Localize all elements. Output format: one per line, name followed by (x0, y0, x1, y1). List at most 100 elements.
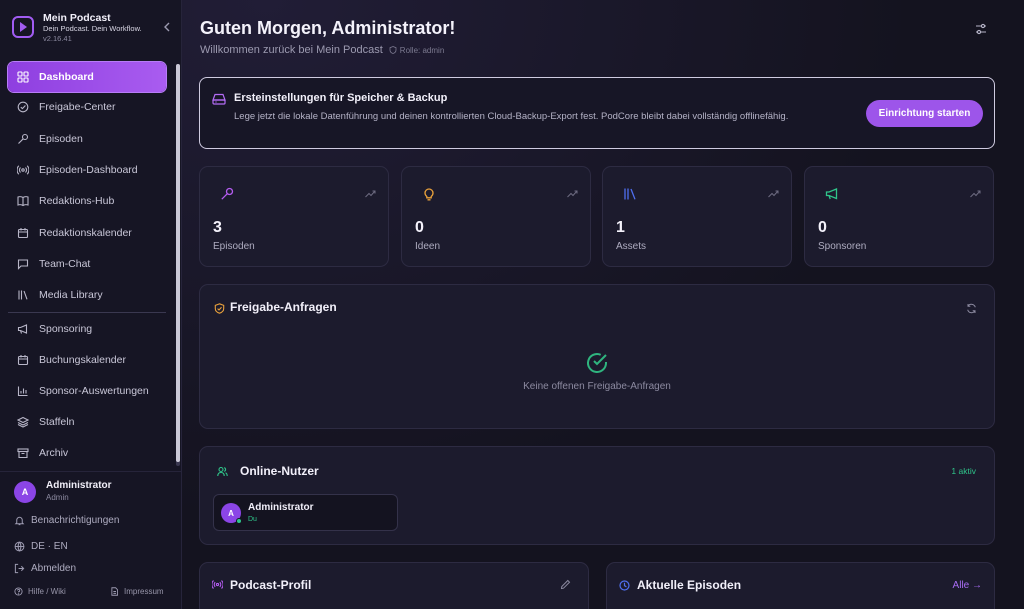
user-role: Admin (46, 493, 69, 502)
bell-icon (14, 516, 25, 526)
avatar: A (14, 481, 36, 503)
help-link[interactable]: Hilfe / Wiki (14, 587, 66, 596)
sidebar-item-archiv[interactable]: Archiv (8, 438, 166, 468)
shield-icon (214, 303, 225, 314)
sidebar-item-label: Sponsoring (39, 323, 93, 335)
help-label: Hilfe / Wiki (28, 587, 66, 596)
stat-card-sponsoren[interactable]: 0 Sponsoren (804, 166, 994, 267)
sidebar-item-redaktionskalender[interactable]: Redaktionskalender (8, 218, 166, 248)
notifications-label: Benachrichtigungen (31, 515, 120, 526)
lightbulb-icon (424, 188, 434, 201)
sidebar-item-episoden[interactable]: Episoden (8, 124, 166, 154)
brand[interactable]: Mein Podcast Dein Podcast. Dein Workflow… (12, 10, 176, 50)
setup-description: Lege jetzt die lokale Datenführung und d… (234, 111, 789, 122)
edit-icon[interactable] (560, 579, 571, 590)
clock-icon (619, 580, 630, 591)
language-label: DE · EN (31, 541, 68, 552)
stat-card-episoden[interactable]: 3 Episoden (199, 166, 389, 267)
stat-label: Sponsoren (818, 241, 867, 252)
online-users-panel: Online-Nutzer 1 aktiv A Administrator Du (199, 446, 995, 545)
start-setup-button[interactable]: Einrichtung starten (866, 100, 983, 127)
imprint-link[interactable]: Impressum (110, 587, 164, 596)
sidebar-item-team-chat[interactable]: Team-Chat (8, 249, 166, 279)
role-badge: Rolle: admin (389, 46, 444, 55)
sidebar-item-redaktions-hub[interactable]: Redaktions-Hub (8, 186, 166, 216)
stat-label: Ideen (415, 241, 441, 252)
app-version: v2.16.41 (43, 34, 72, 43)
main-content: Guten Morgen, Administrator! Willkommen … (182, 0, 1024, 609)
users-icon (217, 466, 228, 477)
grid-icon (17, 71, 29, 83)
chevron-left-icon[interactable] (160, 20, 174, 34)
sidebar-item-episoden-dashboard[interactable]: Episoden-Dashboard (8, 155, 166, 185)
podcast-logo-icon (12, 16, 34, 38)
logout-icon (14, 563, 25, 574)
notifications-link[interactable]: Benachrichtigungen (14, 515, 119, 526)
globe-icon (14, 541, 25, 552)
sidebar-item-label: Freigabe-Center (39, 101, 116, 113)
sidebar-item-freigabe-center[interactable]: Freigabe-Center (8, 92, 166, 122)
stat-label: Episoden (213, 241, 255, 252)
online-users-title: Online-Nutzer (240, 464, 319, 478)
recent-episodes-panel: Aktuelle Episoden Alle → (606, 562, 995, 609)
setup-banner: Ersteinstellungen für Speicher & Backup … (199, 77, 995, 149)
logout-link[interactable]: Abmelden (14, 563, 76, 574)
sidebar-item-label: Episoden (39, 133, 83, 145)
chat-icon (17, 259, 29, 270)
trending-up-icon (970, 190, 981, 198)
stat-label: Assets (616, 241, 647, 252)
sidebar-item-label: Sponsor-Auswertungen (39, 385, 149, 397)
document-icon (111, 587, 118, 596)
sidebar-item-dashboard[interactable]: Dashboard (8, 62, 166, 92)
sidebar-item-buchungskalender[interactable]: Buchungskalender (8, 345, 166, 375)
user-profile[interactable]: A Administrator Admin (14, 479, 174, 507)
brand-title: Mein Podcast (43, 12, 111, 24)
stat-card-ideen[interactable]: 0 Ideen (401, 166, 591, 267)
sidebar-scrollbar-thumb[interactable] (176, 64, 180, 462)
sidebar-item-media-library[interactable]: Media Library (8, 280, 166, 310)
imprint-label: Impressum (124, 587, 164, 596)
online-user-card[interactable]: A Administrator Du (213, 494, 398, 531)
megaphone-icon (825, 188, 838, 200)
library-icon (624, 188, 636, 200)
sidebar-item-label: Redaktions-Hub (39, 195, 115, 207)
brand-subtitle: Dein Podcast. Dein Workflow. (43, 24, 142, 33)
nav-divider (8, 312, 166, 313)
stat-value: 3 (213, 219, 222, 236)
online-count-badge: 1 aktiv (951, 466, 976, 476)
megaphone-icon (17, 324, 28, 334)
archive-icon (17, 448, 29, 459)
broadcast-icon (212, 580, 223, 589)
calendar-icon (17, 355, 29, 366)
layers-icon (17, 416, 29, 428)
sidebar-item-label: Dashboard (39, 71, 94, 83)
stat-card-assets[interactable]: 1 Assets (602, 166, 792, 267)
stat-value: 0 (818, 219, 827, 236)
logout-label: Abmelden (31, 563, 77, 574)
sidebar-item-staffeln[interactable]: Staffeln (8, 407, 166, 437)
sliders-icon[interactable] (974, 22, 988, 36)
stat-value: 1 (616, 219, 625, 236)
sidebar-item-label: Staffeln (39, 416, 75, 428)
help-circle-icon (14, 587, 23, 596)
sidebar: Mein Podcast Dein Podcast. Dein Workflow… (0, 0, 182, 609)
sidebar-item-sponsoring[interactable]: Sponsoring (8, 314, 166, 344)
hard-drive-icon (212, 93, 226, 105)
check-circle-icon (17, 101, 29, 113)
sidebar-item-sponsor-auswertungen[interactable]: Sponsor-Auswertungen (8, 376, 166, 406)
refresh-icon[interactable] (966, 303, 977, 314)
sidebar-item-label: Redaktionskalender (39, 227, 132, 239)
welcome-text: Willkommen zurück bei Mein Podcast (200, 44, 383, 56)
language-switch[interactable]: DE · EN (14, 541, 68, 552)
shield-icon (389, 46, 397, 54)
microphone-icon (221, 187, 234, 200)
approval-requests-panel: Freigabe-Anfragen Keine offenen Freigabe… (199, 284, 995, 429)
recent-episodes-title: Aktuelle Episoden (637, 578, 742, 592)
online-user-tag: Du (248, 516, 257, 523)
trending-up-icon (768, 190, 779, 198)
view-all-episodes-link[interactable]: Alle → (953, 580, 982, 591)
approval-requests-title: Freigabe-Anfragen (230, 300, 337, 314)
role-text: Rolle: admin (399, 45, 445, 55)
sidebar-divider (0, 471, 181, 472)
online-status-dot (236, 518, 242, 524)
